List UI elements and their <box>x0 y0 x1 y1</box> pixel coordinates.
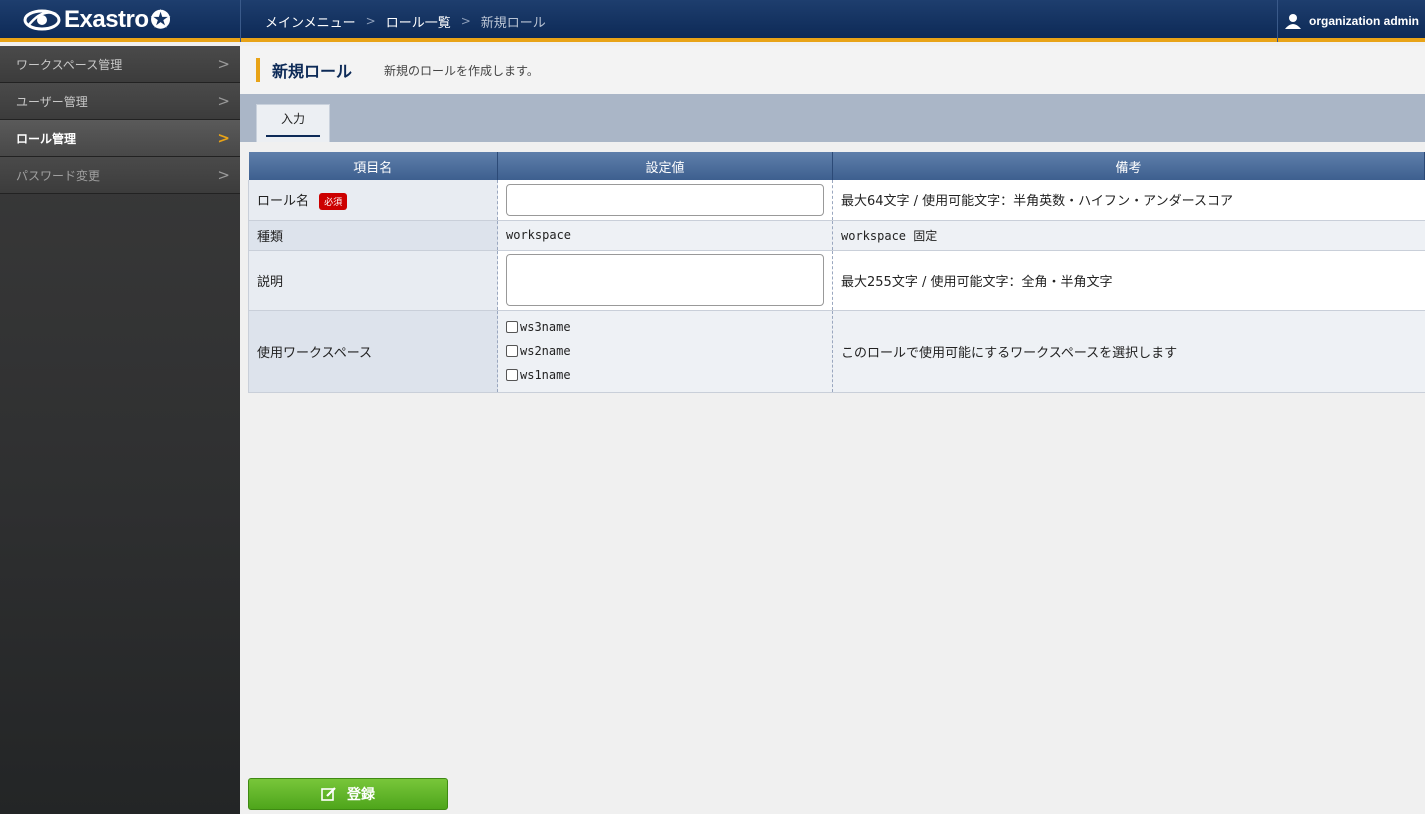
chevron-right-icon: > <box>217 92 230 110</box>
description-textarea[interactable] <box>506 254 824 306</box>
table-header-row: 項目名 設定値 備考 <box>248 152 1425 180</box>
sidebar-item-label: ロール管理 <box>16 131 77 146</box>
row-note: 最大255文字 / 使用可能文字：全角・半角文字 <box>832 250 1425 311</box>
workspace-option[interactable]: ws3name <box>506 315 824 339</box>
tab-strip: 入力 <box>240 94 1425 142</box>
required-badge: 必須 <box>319 192 348 210</box>
chevron-right-icon: > <box>217 166 230 184</box>
page-description: 新規のロールを作成します。 <box>384 63 539 78</box>
sidebar-item-label: ワークスペース管理 <box>16 57 123 72</box>
row-label: 種類 <box>257 229 284 245</box>
header-divider <box>1277 0 1278 42</box>
breadcrumb: メインメニュー > ロール一覧 > 新規ロール <box>265 0 546 42</box>
row-value-cell <box>497 250 833 311</box>
table-row: 使用ワークスペース ws3name ws2name ws1name このロールで… <box>248 310 1425 393</box>
row-label-cell: ロール名 必須 <box>248 180 498 221</box>
role-type-value: workspace <box>497 220 833 251</box>
page-title: 新規ロール <box>272 62 353 81</box>
breadcrumb-role-list[interactable]: ロール一覧 <box>386 12 451 31</box>
chevron-right-icon: > <box>460 14 471 28</box>
row-label: 説明 <box>257 274 284 290</box>
sidebar-item-label: パスワード変更 <box>16 168 101 183</box>
row-label-cell: 種類 <box>248 220 498 251</box>
row-label-cell: 使用ワークスペース <box>248 310 498 393</box>
workspace-option-label: ws2name <box>520 344 571 358</box>
row-label-cell: 説明 <box>248 250 498 311</box>
role-form-table: 項目名 設定値 備考 ロール名 必須 最大64文字 / 使用可能文字：半角英数・… <box>248 152 1425 393</box>
workspace-checkbox-list: ws3name ws2name ws1name <box>497 310 833 393</box>
user-menu[interactable]: organization admin <box>1284 0 1419 42</box>
register-button-label: 登録 <box>347 787 375 803</box>
main-content: 新規ロール 新規のロールを作成します。 入力 項目名 設定値 備考 ロール名 必… <box>240 46 1425 814</box>
table-row: ロール名 必須 最大64文字 / 使用可能文字：半角英数・ハイフン・アンダースコ… <box>248 180 1425 221</box>
row-label: 使用ワークスペース <box>257 345 373 361</box>
logo-text: Exastro <box>64 6 149 33</box>
exastro-logo[interactable]: Exastro ✪ <box>22 6 232 34</box>
edit-icon <box>321 787 336 801</box>
breadcrumb-current: 新規ロール <box>480 15 546 31</box>
app-header: Exastro ✪ メインメニュー > ロール一覧 > 新規ロール organi… <box>0 0 1425 42</box>
sidebar-item-label: ユーザー管理 <box>16 94 88 109</box>
sidebar-item-workspace[interactable]: ワークスペース管理 > <box>0 46 240 83</box>
row-note: このロールで使用可能にするワークスペースを選択します <box>832 310 1425 393</box>
sidebar-item-password[interactable]: パスワード変更 > <box>0 157 240 194</box>
workspace-option-label: ws1name <box>520 368 571 382</box>
column-header-note: 備考 <box>832 152 1425 180</box>
column-header-value: 設定値 <box>497 152 833 180</box>
breadcrumb-main-menu[interactable]: メインメニュー <box>265 12 356 31</box>
title-bar: 新規ロール 新規のロールを作成します。 <box>240 46 1425 94</box>
workspace-checkbox[interactable] <box>506 321 518 333</box>
role-name-input[interactable] <box>506 183 824 216</box>
chevron-right-icon: > <box>217 55 230 73</box>
row-note: 最大64文字 / 使用可能文字：半角英数・ハイフン・アンダースコア <box>832 180 1425 221</box>
workspace-option[interactable]: ws2name <box>506 339 824 363</box>
user-icon <box>1284 14 1301 29</box>
workspace-option-label: ws3name <box>520 320 571 334</box>
star-icon: ✪ <box>150 6 171 34</box>
tab-active-indicator <box>266 135 320 137</box>
column-header-item: 項目名 <box>248 152 498 180</box>
table-row: 説明 最大255文字 / 使用可能文字：全角・半角文字 <box>248 250 1425 311</box>
table-row: 種類 workspace workspace 固定 <box>248 220 1425 251</box>
header-divider <box>240 0 241 42</box>
eye-logo-icon <box>23 9 61 31</box>
user-name: organization admin <box>1308 14 1419 28</box>
workspace-checkbox[interactable] <box>506 369 518 381</box>
workspace-option[interactable]: ws1name <box>506 363 824 387</box>
register-button[interactable]: 登録 <box>248 778 448 810</box>
sidebar: ワークスペース管理 > ユーザー管理 > ロール管理 > パスワード変更 > <box>0 46 240 814</box>
tab-label: 入力 <box>280 112 305 126</box>
row-value-cell <box>497 180 833 221</box>
sidebar-item-users[interactable]: ユーザー管理 > <box>0 83 240 120</box>
workspace-checkbox[interactable] <box>506 345 518 357</box>
chevron-right-icon: > <box>217 129 230 147</box>
row-note: workspace 固定 <box>832 220 1425 251</box>
sidebar-item-roles[interactable]: ロール管理 > <box>0 120 240 157</box>
chevron-right-icon: > <box>365 14 376 28</box>
row-label: ロール名 <box>257 193 310 209</box>
tab-input[interactable]: 入力 <box>256 104 330 142</box>
title-accent-bar <box>256 58 260 82</box>
